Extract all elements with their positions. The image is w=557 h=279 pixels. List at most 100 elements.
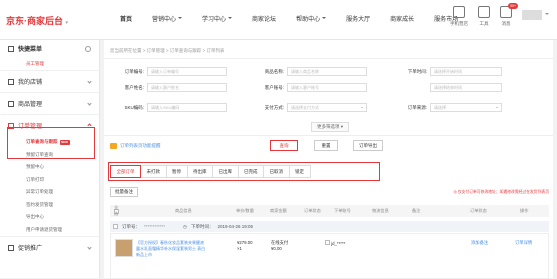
tab-cancelled[interactable]: 已取消 — [263, 165, 290, 178]
tab-paused[interactable]: 暂停 — [165, 165, 188, 178]
product-icon — [8, 100, 14, 107]
more-filters-toggle[interactable]: 更多筛选项 ▾ — [311, 122, 350, 132]
quick-menu-item-staff[interactable]: 员工管理 — [0, 57, 99, 70]
tab-completed[interactable]: 已完成 — [237, 165, 264, 178]
col-price-qty: 单价/数量 — [236, 208, 254, 213]
sidebar-group-promotion[interactable]: 促销推广 — [0, 236, 99, 258]
grid-icon — [8, 45, 14, 52]
start-time-input[interactable]: 请选择开始时间 — [430, 67, 502, 76]
user-menu[interactable] — [522, 10, 549, 20]
sidebar-group-store[interactable]: 我的店铺 — [0, 70, 99, 92]
checkbox[interactable] — [325, 240, 330, 245]
chevron-down-icon — [496, 107, 498, 109]
order-no-input[interactable]: 请输入订单编号 — [147, 67, 227, 76]
top-bar: 京东·商家后台 ▾ 首页 营销中心 学习中心 商家论坛 帮助中心 服务大厅 商家… — [0, 0, 557, 40]
order-icon — [8, 122, 14, 129]
clock-icon: ◷ — [183, 223, 187, 229]
main-nav: 首页 营销中心 学习中心 商家论坛 帮助中心 服务大厅 商家成长 服务市场 — [110, 0, 468, 40]
customer-name-label: 客户姓名: — [124, 85, 144, 90]
nav-home[interactable]: 首页 — [110, 0, 142, 40]
checkbox[interactable] — [113, 224, 118, 229]
tab-unpaid[interactable]: 未打款 — [140, 165, 167, 178]
sidebar-item-returns[interactable]: 用户申请退货管理 — [0, 224, 99, 237]
nav-learning[interactable]: 学习中心 — [192, 0, 242, 40]
gear-icon[interactable] — [85, 45, 91, 52]
chevron-down-icon — [87, 101, 92, 106]
order-detail-link[interactable]: 订单详情 — [515, 240, 532, 246]
pay-info: 在线支付 ¥0.00 — [271, 240, 289, 251]
end-time-input[interactable]: 请选择结束时间 — [430, 83, 502, 92]
nav-marketing[interactable]: 营销中心 — [142, 0, 192, 40]
sidebar-item-reserved-query[interactable]: 预留订单查询 — [0, 149, 99, 162]
order-source-select[interactable]: 请选择 — [430, 103, 502, 112]
sidebar-item-reserved-center[interactable]: 预留中心 — [0, 161, 99, 174]
product-name-label: 商品名称: — [264, 69, 284, 74]
tab-locked[interactable]: 锁定 — [288, 165, 311, 178]
message-badge: 99+ — [508, 3, 518, 9]
customer-name-input[interactable]: 请输入客户姓名 — [147, 83, 227, 92]
sku-input[interactable]: 请输入SKU编码 — [147, 103, 227, 112]
chevron-down-icon — [361, 107, 363, 109]
query-button[interactable]: 查询 — [270, 140, 298, 151]
buyer-account: jd_***** — [325, 240, 345, 247]
col-status: 订单状态 — [470, 208, 487, 213]
product-name-link[interactable]: 【官方授权】春秋化妆品套装夹果醒液露水乳面霜精华补水保湿套装男士 表白 新品上市 — [136, 240, 206, 258]
mobile-icon — [453, 6, 465, 18]
quick-menu-header: 快捷菜单 — [0, 40, 99, 57]
unit-price: ¥279.00 ×1 — [237, 240, 253, 251]
sidebar-item-exceptions[interactable]: 异常订单处理 — [0, 186, 99, 199]
toolbox-icon — [478, 6, 490, 18]
customer-account-label: 客户账号: — [264, 85, 284, 90]
sidebar-group-orders[interactable]: 订单管理 — [0, 114, 99, 136]
col-remark: 备注 — [412, 208, 421, 213]
col-action: 操作 — [520, 208, 529, 213]
table-row: 【官方授权】春秋化妆品套装夹果醒液露水乳面霜精华补水保湿套装男士 表白 新品上市… — [110, 233, 549, 279]
divider — [104, 135, 553, 136]
order-no-label: 订单编号: — [124, 69, 144, 74]
tab-all-orders[interactable]: 全部订单 — [110, 165, 141, 178]
chevron-up-icon — [87, 123, 92, 128]
promotion-icon — [8, 244, 14, 251]
brand-logo[interactable]: 京东·商家后台 ▾ — [6, 14, 68, 27]
reset-button[interactable]: 重置 — [314, 140, 338, 151]
order-header-row: 订单号： ************ ◷ 下单时间： 2019-04-26 19:05 — [110, 221, 549, 232]
main-panel: 您当前所在位置 > 订单管理 > 订单查询与跟踪 > 订单列表 订单编号: 请输… — [104, 40, 553, 279]
order-time-label: 下单时间: — [407, 69, 427, 74]
chevron-down-icon — [545, 13, 549, 17]
batch-remark-button[interactable]: 批量备注 — [110, 187, 138, 197]
new-badge: NEW — [59, 140, 70, 145]
tab-to-ship[interactable]: 待出库 — [186, 165, 213, 178]
sidebar-item-order-query[interactable]: 订单查询与跟踪 NEW — [0, 136, 99, 149]
messages-button[interactable]: 消息 99+ — [500, 3, 518, 27]
nav-service-hall[interactable]: 服务大厅 — [336, 0, 380, 40]
address-tip: ◎ 仅支付订单可修改地址；如遇修改需经过在发货列表页 — [453, 190, 550, 194]
table-header: 全选 商品信息 单价/数量 商家金额 订单状态 下单账号 物流信息 备注 订单状… — [110, 205, 549, 217]
nav-help[interactable]: 帮助中心 — [286, 0, 336, 40]
col-product: 商品信息 — [175, 208, 192, 213]
divider — [104, 58, 553, 59]
add-remark-link[interactable]: 添加备注 — [471, 240, 488, 246]
product-thumbnail[interactable] — [115, 239, 133, 257]
tools-button[interactable]: 工具 — [478, 6, 490, 27]
mobile-store-button[interactable]: 手机营店 — [450, 6, 468, 27]
sidebar-group-products[interactable]: 商品管理 — [0, 92, 99, 114]
col-logistics: 物流信息 — [372, 208, 389, 213]
sidebar-item-shipping[interactable]: 签约发货管理 — [0, 199, 99, 212]
sidebar-item-print[interactable]: 订单打印 — [0, 174, 99, 187]
sidebar: 快捷菜单 员工管理 我的店铺 商品管理 订单管理 订单查询与跟踪 NEW 预留订单… — [0, 40, 100, 278]
product-name-input[interactable]: 请输入商品名称 — [287, 67, 367, 76]
nav-growth[interactable]: 商家成长 — [380, 0, 424, 40]
nav-forum[interactable]: 商家论坛 — [242, 0, 286, 40]
tab-shipped[interactable]: 已出库 — [212, 165, 239, 178]
sku-label: SKU编码: — [124, 105, 144, 110]
export-button[interactable]: 订单导出 — [353, 140, 383, 151]
sidebar-item-export[interactable]: 导出中心 — [0, 211, 99, 224]
notice-link[interactable]: 订单列表页功能提醒 — [110, 143, 161, 149]
col-account: 下单账号 — [334, 208, 351, 213]
customer-account-input[interactable]: 请输入客户账号 — [287, 83, 367, 92]
col-amount: 商家金额 — [270, 208, 287, 213]
top-tools: 手机营店 工具 消息 99+ — [450, 3, 549, 27]
breadcrumb: 您当前所在位置 > 订单管理 > 订单查询与跟踪 > 订单列表 — [110, 48, 225, 53]
pay-method-select[interactable]: 请选择支付方式 — [287, 103, 367, 112]
pay-method-label: 支付方式: — [264, 105, 284, 110]
